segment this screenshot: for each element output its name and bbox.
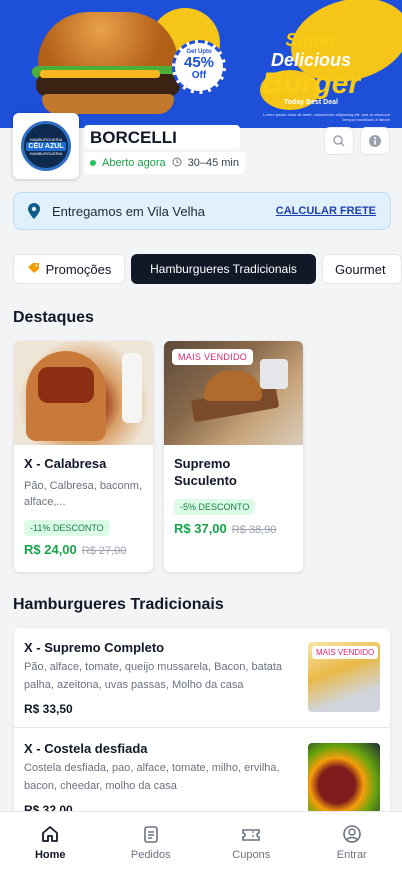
nav-label: Pedidos [130,849,171,861]
product-thumbnail: MAIS VENDIDO [308,642,380,712]
calculate-shipping-link[interactable]: CALCULAR FRETE [276,205,376,217]
banner-line-4: Today Best Deal [284,99,338,106]
tab-hamburgueres-tradicionais[interactable]: Hamburgueres Tradicionais [131,254,316,284]
highlight-card[interactable]: MAIS VENDIDO Supremo Suculento -5% DESCO… [164,341,303,572]
best-seller-badge: MAIS VENDIDO [312,646,379,659]
nav-cupons[interactable]: Cupons [201,812,302,875]
highlights-title: Destaques [13,309,94,326]
store-logo: HAMBURGUERIA CÉU AZUL HAMBURGUERIA [13,113,79,179]
product-description: Pão, Calbresa, baconm, alface,... [24,480,143,508]
product-name: Supremo Suculento [174,456,237,488]
list-item[interactable]: X - Costela desfiada Costela desfiada, p… [14,729,390,818]
product-image [14,341,153,445]
product-name: X - Costela desfiada [24,741,148,756]
burger-image [28,8,188,120]
product-price: R$ 24,00 [24,542,77,557]
product-name: X - Calabresa [24,456,107,471]
bottom-nav: Home Pedidos Cupons Entrar [0,811,402,875]
tab-gourmet[interactable]: Gourmet [322,254,402,284]
list-item[interactable]: X - Supremo Completo Pão, alface, tomate… [14,628,390,728]
search-button[interactable] [324,127,354,155]
highlight-card[interactable]: X - Calabresa Pão, Calbresa, baconm, alf… [14,341,153,572]
delivery-time: 30–45 min [187,157,239,169]
seal-percent: 45% [183,54,215,71]
product-description: Pão, alface, tomate, queijo mussarela, B… [24,661,283,691]
tab-label: Promoções [45,261,112,277]
clock-icon [172,157,182,170]
tab-label: Gourmet [335,261,386,277]
tag-icon [27,262,41,277]
logo-text-mid: CÉU AZUL [26,141,66,151]
product-price: R$ 33,50 [24,702,73,716]
product-description: Costela desfiada, pao, alface, tomate, m… [24,762,280,792]
logo-text-bottom: HAMBURGUERIA [29,150,63,156]
clipboard-icon [143,826,158,843]
product-thumbnail [308,743,380,813]
discount-seal: Get Upto 45% Off [172,40,226,94]
nav-pedidos[interactable]: Pedidos [101,812,202,875]
nav-label: Entrar [336,849,367,861]
home-icon [42,826,59,842]
store-status: Aberto agora 30–45 min [84,152,245,174]
tab-promocoes[interactable]: Promoções [13,254,125,284]
discount-badge: -5% DESCONTO [174,499,256,515]
list-section-title: Hamburgueres Tradicionais [13,596,224,613]
banner-line-3: Burger [261,67,361,100]
delivery-text: Entregamos em Vila Velha [52,203,205,219]
promo-banner[interactable]: Get Upto 45% Off Super Delicious Burger … [0,0,402,128]
location-pin-icon [28,203,40,219]
info-button[interactable] [360,127,390,155]
logo-text-top: HAMBURGUERIA [29,136,63,142]
best-seller-badge: MAIS VENDIDO [172,349,254,365]
product-old-price: R$ 38,90 [231,524,277,536]
seal-off: Off [191,70,207,81]
banner-line-1: Super [285,30,337,50]
banner-fine-print: Lorem ipsum dolor sit amet, consectetur … [263,112,390,122]
nav-entrar[interactable]: Entrar [302,812,402,875]
product-list: X - Supremo Completo Pão, alface, tomate… [14,628,390,818]
tab-label: Hamburgueres Tradicionais [150,262,297,276]
category-tabs: Promoções Hamburgueres Tradicionais Gour… [13,254,402,284]
open-status-dot [90,160,96,166]
nav-label: Home [34,849,66,861]
product-name: X - Supremo Completo [24,640,165,655]
discount-badge: -11% DESCONTO [24,520,110,536]
nav-label: Cupons [232,849,271,861]
search-icon [333,135,345,147]
nav-home[interactable]: Home [0,812,101,875]
info-icon [369,135,381,147]
user-icon [342,825,361,843]
open-status-text: Aberto agora [102,157,166,169]
product-price: R$ 37,00 [174,521,227,536]
ticket-icon [242,829,261,841]
store-name: BORCELLI [84,125,240,149]
banner-headline: Super Delicious Burger Today Best Deal [226,30,396,106]
delivery-bar: Entregamos em Vila Velha CALCULAR FRETE [13,192,391,230]
product-image: MAIS VENDIDO [164,341,303,445]
product-old-price: R$ 27,00 [81,545,127,557]
